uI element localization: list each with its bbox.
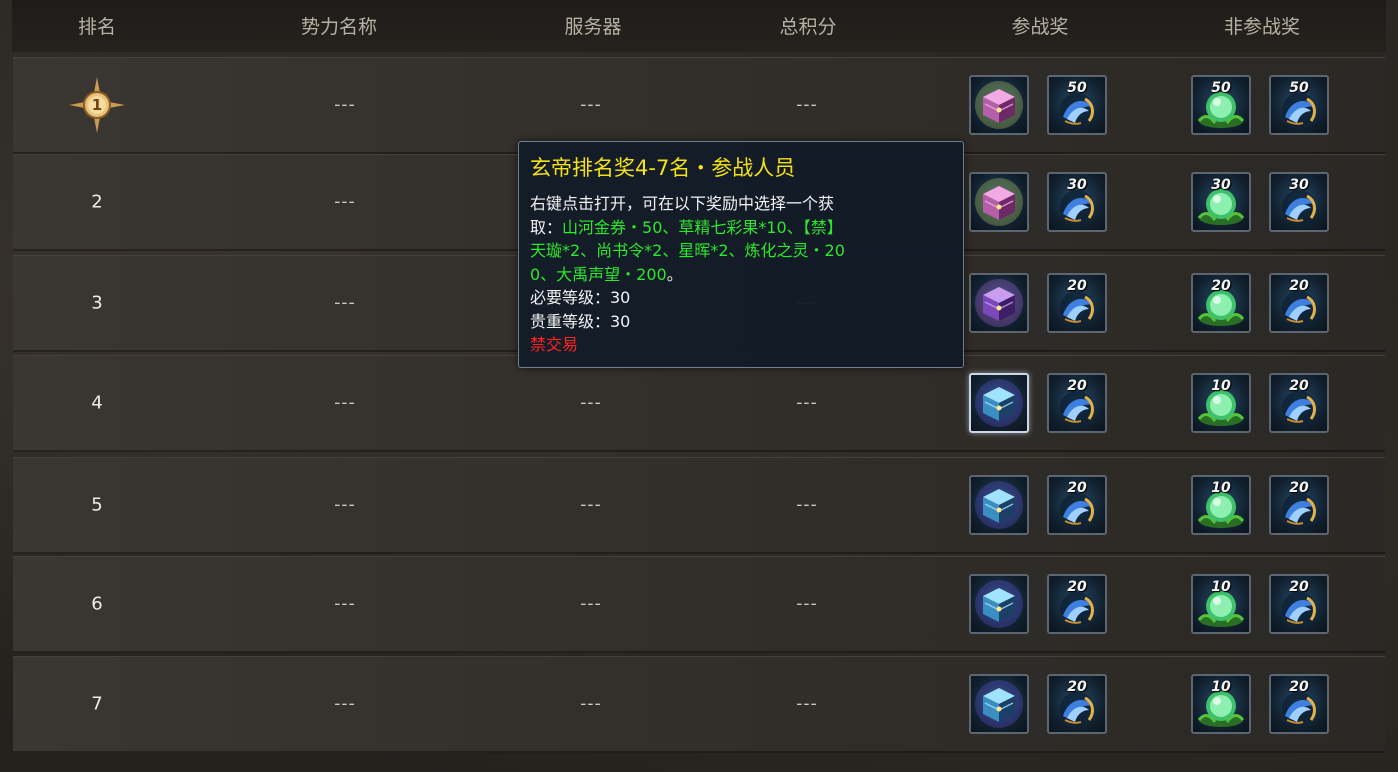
total-score: --- bbox=[796, 495, 818, 515]
participant-currency-token-icon[interactable]: 30 bbox=[1047, 172, 1107, 232]
rank-number: 4 bbox=[91, 392, 103, 414]
reward-tooltip: 玄帝排名奖4-7名・参战人员 右键点击打开，可在以下奖励中选择一个获 取：山河金… bbox=[518, 141, 964, 368]
item-quantity: 20 bbox=[1289, 579, 1309, 595]
rank-number: 6 bbox=[91, 593, 103, 615]
item-quantity: 10 bbox=[1211, 480, 1231, 496]
participant-currency-token-icon[interactable]: 50 bbox=[1047, 75, 1107, 135]
item-quantity: 10 bbox=[1211, 679, 1231, 695]
non-participant-currency-token-icon[interactable]: 20 bbox=[1269, 674, 1329, 734]
green-orb-icon[interactable]: 50 bbox=[1191, 75, 1251, 135]
green-orb-icon[interactable]: 10 bbox=[1191, 475, 1251, 535]
rank-number: 5 bbox=[91, 494, 103, 516]
green-orb-icon[interactable]: 30 bbox=[1191, 172, 1251, 232]
faction-name: --- bbox=[334, 95, 356, 115]
tooltip-reward-list-cont: 天璇*2、尚书令*2、星晖*2、炼化之灵・20 bbox=[530, 241, 845, 260]
header-faction: 势力名称 bbox=[300, 16, 378, 38]
participant-currency-token-icon[interactable]: 20 bbox=[1047, 373, 1107, 433]
item-quantity: 50 bbox=[1289, 80, 1309, 96]
tooltip-noble-level: 贵重等级：30 bbox=[530, 311, 631, 331]
server-name: --- bbox=[580, 393, 602, 413]
item-quantity: 10 bbox=[1211, 579, 1231, 595]
total-score: --- bbox=[796, 694, 818, 714]
tooltip-reward-list-end: 0、大禹声望・200 bbox=[530, 264, 667, 284]
blue-chest-icon[interactable] bbox=[969, 373, 1029, 433]
header-score: 总积分 bbox=[779, 16, 837, 38]
non-participant-currency-token-icon[interactable]: 20 bbox=[1269, 574, 1329, 634]
tooltip-prefix: 取： bbox=[530, 217, 563, 237]
participant-currency-token-icon[interactable]: 20 bbox=[1047, 574, 1107, 634]
blue-chest-icon[interactable] bbox=[969, 574, 1029, 634]
green-orb-icon[interactable]: 10 bbox=[1191, 674, 1251, 734]
header-participant-reward: 参战奖 bbox=[1011, 16, 1069, 38]
item-quantity: 50 bbox=[1067, 80, 1087, 96]
item-quantity: 30 bbox=[1067, 177, 1087, 193]
participant-currency-token-icon[interactable]: 20 bbox=[1047, 674, 1107, 734]
table-row: 7 --- --- --- 20 10 20 bbox=[13, 656, 1385, 753]
green-orb-icon[interactable]: 10 bbox=[1191, 574, 1251, 634]
non-participant-currency-token-icon[interactable]: 30 bbox=[1269, 172, 1329, 232]
purple-chest-icon[interactable] bbox=[969, 273, 1029, 333]
server-name: --- bbox=[580, 95, 602, 115]
item-quantity: 50 bbox=[1211, 80, 1231, 96]
rank-number: 3 bbox=[91, 292, 103, 314]
non-participant-currency-token-icon[interactable]: 20 bbox=[1269, 273, 1329, 333]
non-participant-currency-token-icon[interactable]: 20 bbox=[1269, 373, 1329, 433]
server-name: --- bbox=[580, 495, 602, 515]
item-quantity: 20 bbox=[1289, 480, 1309, 496]
blue-chest-icon[interactable] bbox=[969, 674, 1029, 734]
table-row: 1 --- --- --- 50 50 50 bbox=[13, 57, 1385, 154]
table-header: 排名 势力名称 服务器 总积分 参战奖 非参战奖 bbox=[12, 0, 1386, 52]
green-orb-icon[interactable]: 20 bbox=[1191, 273, 1251, 333]
participant-currency-token-icon[interactable]: 20 bbox=[1047, 475, 1107, 535]
non-participant-currency-token-icon[interactable]: 20 bbox=[1269, 475, 1329, 535]
rank-1-medal-icon: 1 bbox=[68, 76, 126, 134]
item-quantity: 30 bbox=[1211, 177, 1231, 193]
total-score: --- bbox=[796, 95, 818, 115]
tooltip-desc-line: 右键点击打开，可在以下奖励中选择一个获 bbox=[530, 194, 835, 213]
faction-name: --- bbox=[334, 293, 356, 313]
header-rank: 排名 bbox=[77, 16, 117, 38]
tooltip-reward-list: 山河金券・50、草精七彩果*10、【禁】 bbox=[562, 217, 843, 237]
rank-number: 1 bbox=[91, 96, 103, 114]
item-quantity: 20 bbox=[1289, 378, 1309, 394]
server-name: --- bbox=[580, 594, 602, 614]
green-orb-icon[interactable]: 10 bbox=[1191, 373, 1251, 433]
server-name: --- bbox=[580, 694, 602, 714]
faction-name: --- bbox=[334, 495, 356, 515]
item-quantity: 20 bbox=[1211, 278, 1231, 294]
tooltip-no-trade: 禁交易 bbox=[530, 335, 579, 354]
item-quantity: 20 bbox=[1289, 278, 1309, 294]
table-row: 6 --- --- --- 20 10 20 bbox=[13, 556, 1385, 653]
item-quantity: 20 bbox=[1067, 378, 1087, 394]
item-quantity: 20 bbox=[1289, 679, 1309, 695]
faction-name: --- bbox=[334, 694, 356, 714]
item-quantity: 10 bbox=[1211, 378, 1231, 394]
rank-number: 7 bbox=[91, 693, 103, 715]
item-quantity: 20 bbox=[1067, 679, 1087, 695]
tooltip-required-level: 必要等级：30 bbox=[530, 288, 631, 307]
pink-chest-icon[interactable] bbox=[969, 75, 1029, 135]
faction-name: --- bbox=[334, 192, 356, 212]
faction-name: --- bbox=[334, 393, 356, 413]
header-non-participant-reward: 非参战奖 bbox=[1223, 16, 1301, 38]
blue-chest-icon[interactable] bbox=[969, 475, 1029, 535]
item-quantity: 20 bbox=[1067, 278, 1087, 294]
total-score: --- bbox=[796, 393, 818, 413]
item-quantity: 20 bbox=[1067, 579, 1087, 595]
item-quantity: 20 bbox=[1067, 480, 1087, 496]
tooltip-rewards-line: 取：山河金券・50、草精七彩果*10、【禁】 bbox=[530, 216, 953, 240]
table-row: 4 --- --- --- 20 10 20 bbox=[13, 355, 1385, 452]
rank-number: 2 bbox=[91, 191, 103, 213]
table-row: 5 --- --- --- 20 10 20 bbox=[13, 457, 1385, 554]
participant-currency-token-icon[interactable]: 20 bbox=[1047, 273, 1107, 333]
item-quantity: 30 bbox=[1289, 177, 1309, 193]
total-score: --- bbox=[796, 594, 818, 614]
tooltip-title: 玄帝排名奖4-7名・参战人员 bbox=[530, 156, 796, 180]
tooltip-period: 。 bbox=[666, 264, 683, 284]
tooltip-rewards-end: 0、大禹声望・200。 bbox=[530, 263, 953, 287]
pink-chest-icon[interactable] bbox=[969, 172, 1029, 232]
faction-name: --- bbox=[334, 594, 356, 614]
header-server: 服务器 bbox=[564, 16, 622, 38]
non-participant-currency-token-icon[interactable]: 50 bbox=[1269, 75, 1329, 135]
